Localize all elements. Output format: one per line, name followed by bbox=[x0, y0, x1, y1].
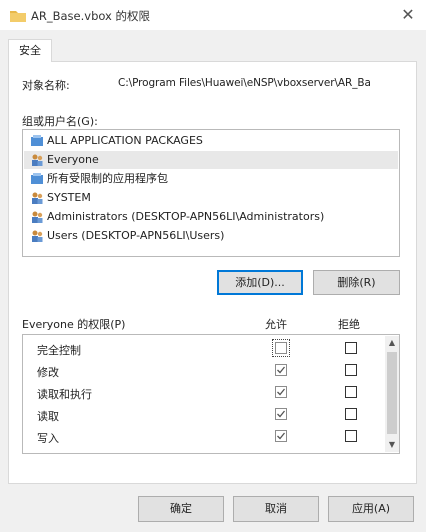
permissions-label: Everyone 的权限(P) bbox=[22, 318, 126, 331]
permission-name: 写入 bbox=[37, 432, 59, 445]
list-item-system[interactable]: SYSTEM bbox=[24, 189, 398, 207]
deny-checkbox[interactable] bbox=[345, 342, 357, 354]
list-item-label: Everyone bbox=[47, 153, 99, 166]
allow-column-header: 允许 bbox=[265, 318, 287, 331]
list-item-label: 所有受限制的应用程序包 bbox=[47, 172, 168, 185]
list-item-everyone[interactable]: Everyone bbox=[24, 151, 398, 169]
ok-button[interactable]: 确定 bbox=[138, 496, 224, 522]
list-item-label: Administrators (DESKTOP-APN56LI\Administ… bbox=[47, 210, 325, 223]
deny-checkbox[interactable] bbox=[345, 408, 357, 420]
permission-row-read-execute: 读取和执行 bbox=[24, 382, 384, 403]
close-icon: ✕ bbox=[401, 5, 415, 24]
package-group-icon bbox=[31, 135, 43, 146]
checkmark-icon bbox=[277, 432, 286, 440]
allow-checkbox[interactable] bbox=[275, 430, 287, 442]
group-list-label: 组或用户名(G): bbox=[22, 115, 98, 128]
deny-checkbox[interactable] bbox=[345, 386, 357, 398]
folder-icon bbox=[10, 11, 26, 22]
scroll-up-icon[interactable]: ▲ bbox=[385, 336, 399, 350]
users-group-icon bbox=[32, 154, 43, 166]
permission-name: 读取 bbox=[37, 410, 59, 423]
object-name-value: C:\Program Files\Huawei\eNSP\vboxserver\… bbox=[118, 77, 371, 89]
users-group-icon bbox=[32, 192, 43, 204]
checkmark-icon bbox=[277, 410, 286, 418]
list-item-label: SYSTEM bbox=[47, 191, 91, 204]
permission-name: 完全控制 bbox=[37, 344, 81, 357]
permission-row-full-control: 完全控制 bbox=[24, 338, 384, 359]
list-item-administrators[interactable]: Administrators (DESKTOP-APN56LI\Administ… bbox=[24, 208, 398, 226]
list-item-all-application-packages[interactable]: ALL APPLICATION PACKAGES bbox=[24, 132, 398, 150]
permissions-scrollbar[interactable]: ▲ ▼ bbox=[385, 336, 399, 452]
list-item-users[interactable]: Users (DESKTOP-APN56LI\Users) bbox=[24, 227, 398, 245]
remove-button[interactable]: 删除(R) bbox=[313, 270, 400, 295]
checkmark-icon bbox=[277, 366, 286, 374]
object-name-label: 对象名称: bbox=[22, 79, 70, 92]
allow-checkbox[interactable] bbox=[272, 339, 290, 357]
checkmark-icon bbox=[277, 388, 286, 396]
permission-row-modify: 修改 bbox=[24, 360, 384, 381]
allow-checkbox[interactable] bbox=[275, 408, 287, 420]
apply-button[interactable]: 应用(A) bbox=[328, 496, 414, 522]
title-bar: AR_Base.vbox 的权限 ✕ bbox=[0, 0, 426, 30]
scroll-down-icon[interactable]: ▼ bbox=[385, 438, 399, 452]
cancel-button[interactable]: 取消 bbox=[233, 496, 319, 522]
allow-checkbox[interactable] bbox=[275, 386, 287, 398]
permission-row-write: 写入 bbox=[24, 426, 384, 447]
scroll-thumb[interactable] bbox=[387, 352, 397, 434]
permission-row-read: 读取 bbox=[24, 404, 384, 425]
package-group-icon bbox=[31, 173, 43, 184]
deny-checkbox[interactable] bbox=[345, 364, 357, 376]
users-group-icon bbox=[32, 230, 43, 242]
users-group-icon bbox=[32, 211, 43, 223]
group-list[interactable]: ALL APPLICATION PACKAGES Everyone 所有受限制的… bbox=[22, 129, 400, 257]
permission-name: 读取和执行 bbox=[37, 388, 92, 401]
tab-security[interactable]: 安全 bbox=[8, 39, 52, 62]
allow-checkbox[interactable] bbox=[275, 364, 287, 376]
window-title: AR_Base.vbox 的权限 bbox=[31, 9, 151, 23]
close-button[interactable]: ✕ bbox=[396, 3, 420, 27]
deny-checkbox[interactable] bbox=[345, 430, 357, 442]
add-button[interactable]: 添加(D)... bbox=[217, 270, 303, 295]
deny-column-header: 拒绝 bbox=[338, 318, 360, 331]
list-item-label: Users (DESKTOP-APN56LI\Users) bbox=[47, 229, 225, 242]
permission-name: 修改 bbox=[37, 366, 59, 379]
list-item-label: ALL APPLICATION PACKAGES bbox=[47, 134, 203, 147]
permissions-list[interactable]: 完全控制 修改 读取和执行 读取 写入 ▲ ▼ bbox=[22, 334, 400, 454]
list-item-restricted-packages[interactable]: 所有受限制的应用程序包 bbox=[24, 170, 398, 188]
